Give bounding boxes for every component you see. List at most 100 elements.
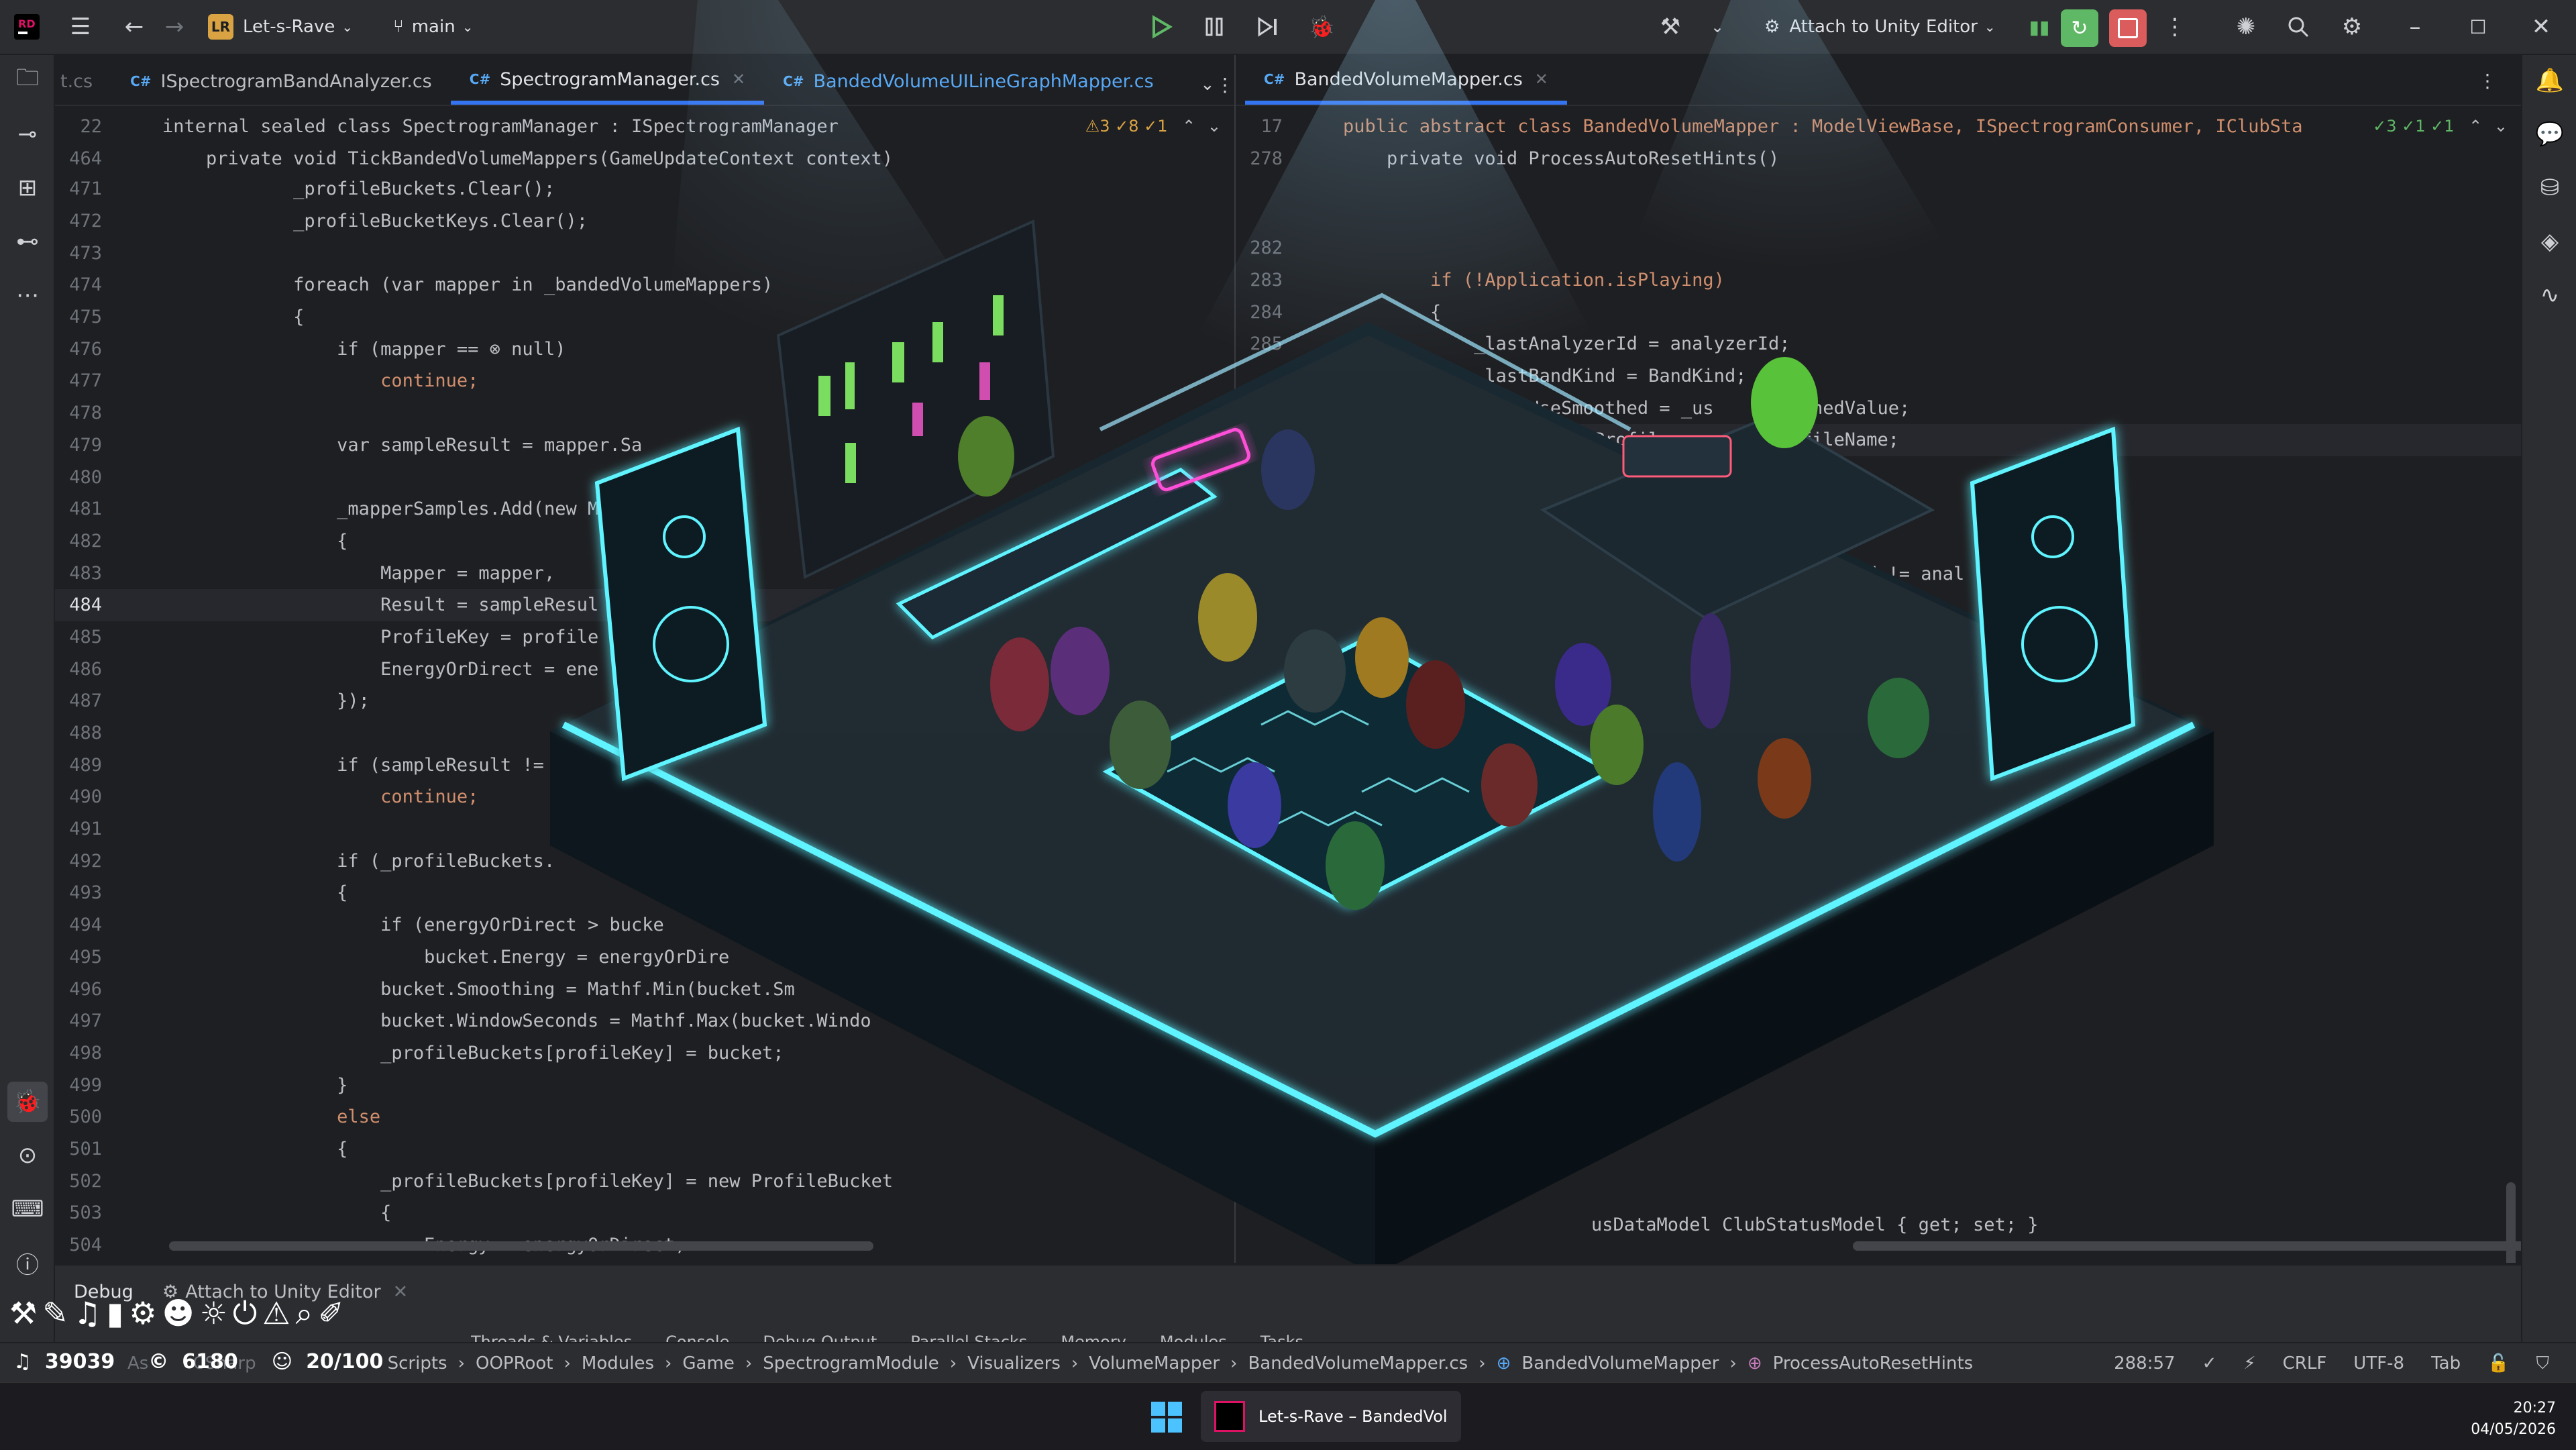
ai-icon[interactable]: ⚡	[2243, 1353, 2255, 1374]
chevron-down-icon[interactable]: ⌄	[2494, 117, 2508, 136]
code-line[interactable]: 486 EnergyOrDirect = ene	[55, 653, 1234, 685]
tab-partial-file[interactable]: t.cs	[55, 58, 111, 105]
inspection-widget[interactable]: ✓3 ✓1 ✓1 ⌃ ⌄	[2366, 117, 2508, 136]
structure-icon[interactable]: ⊞	[7, 168, 48, 208]
close-icon[interactable]: ✕	[2521, 7, 2561, 47]
code-line[interactable]: 487 });	[55, 685, 1234, 717]
code-line-current[interactable]: 484 Result = sampleResul	[55, 588, 1234, 621]
code-line[interactable]: _lastBandKind = BandKind;	[1236, 360, 2521, 393]
breadcrumb-item[interactable]: SpectrogramModule	[763, 1353, 939, 1374]
run-config-selector[interactable]: ⚙ Attach to Unity Editor ⌄	[1764, 17, 1996, 37]
code-line[interactable]: 282	[1236, 232, 2521, 264]
code-line[interactable]: 482 {	[55, 525, 1234, 558]
breadcrumb-item[interactable]: Visualizers	[967, 1353, 1061, 1374]
code-line[interactable]: 489 if (sampleResult !=	[55, 749, 1234, 781]
code-line[interactable]: 480	[55, 461, 1234, 493]
tab-spectrogram-manager[interactable]: C# SpectrogramManager.cs ✕	[450, 58, 765, 105]
services-icon[interactable]: ⊙	[7, 1135, 48, 1176]
tabs-dropdown-icon[interactable]: ⌄	[1199, 64, 1216, 105]
horizontal-scrollbar[interactable]	[1853, 1241, 2521, 1251]
code-line[interactable]: 496 bucket.Smoothing = Mathf.Min(bucket.…	[55, 973, 1234, 1005]
code-line[interactable]: 500 else	[55, 1101, 1234, 1133]
shield-icon[interactable]: ⛉	[2536, 1353, 2549, 1374]
pull-requests-icon[interactable]: ⊷	[7, 221, 48, 262]
code-line[interactable]: 284 {	[1236, 296, 2521, 328]
sticky-line-class[interactable]: 22 internal sealed class SpectrogramManag…	[55, 110, 1234, 142]
code-line[interactable]: 474 foreach (var mapper in _bandedVolume…	[55, 269, 1234, 301]
notifications-bell-icon[interactable]: 🔔	[2530, 60, 2570, 101]
problems-icon[interactable]: ⓘ	[7, 1243, 48, 1283]
tab-banded-volume-ui-line-graph-mapper[interactable]: C# BandedVolumeUILineGraphMapper.cs	[764, 58, 1173, 105]
code-line-current[interactable]: _lastSharedProfile = rofileName;	[1236, 424, 2521, 456]
step-over-icon[interactable]	[1248, 7, 1288, 47]
database-icon[interactable]: ⛁	[2530, 168, 2570, 208]
code-line[interactable]: 488	[55, 717, 1234, 749]
code-line[interactable]: 490 continue;	[55, 781, 1234, 813]
windows-start-icon[interactable]	[1151, 1402, 1182, 1433]
breadcrumb-item[interactable]: BandedVolumeMapper.cs	[1248, 1353, 1468, 1374]
code-line[interactable]: 501 {	[55, 1133, 1234, 1166]
lock-icon[interactable]: 🔓	[2487, 1353, 2509, 1374]
power-icon[interactable]: ⏻	[233, 1295, 257, 1333]
sticky-line-method[interactable]: 464 private void TickBandedVolumeMappers…	[55, 142, 1234, 174]
code-line[interactable]: 479 var sampleResult = mapper.Sa	[55, 429, 1234, 462]
vertical-scrollbar[interactable]	[2506, 1182, 2516, 1263]
chevron-up-icon[interactable]: ⌃	[1182, 117, 1195, 136]
code-line[interactable]: _lastUseSmoothed = _us thedValue;	[1236, 392, 2521, 424]
debug-bug-icon[interactable]: 🐞	[1301, 7, 1342, 47]
breadcrumb-item[interactable]: VolumeMapper	[1089, 1353, 1220, 1374]
code-line[interactable]: 498 _profileBuckets[profileKey] = bucket…	[55, 1037, 1234, 1070]
code-line[interactable]: 495 bucket.Energy = energyOrDire	[55, 941, 1234, 974]
tab-more-icon[interactable]: ⋮	[1216, 64, 1234, 105]
code-line[interactable]: 493 {	[55, 877, 1234, 909]
ai-chat-icon[interactable]: 💬	[2530, 114, 2570, 154]
breadcrumb-item[interactable]: OOPRoot	[476, 1353, 553, 1374]
people-icon[interactable]: ☻	[162, 1295, 195, 1333]
code-line[interactable]: 285 _lastAnalyzerId = analyzerId;	[1236, 328, 2521, 360]
code-line[interactable]: 497 bucket.WindowSeconds = Mathf.Max(buc…	[55, 1005, 1234, 1037]
taskbar-app-rider[interactable]: Let-s-Rave – BandedVol	[1201, 1391, 1461, 1442]
inspection-widget[interactable]: ⚠3 ✓8 ✓1 ⌃ ⌄	[1085, 117, 1221, 136]
settings-gear-icon[interactable]: ⚙	[2332, 7, 2372, 47]
project-folder-icon[interactable]: 🗀	[7, 60, 48, 101]
main-menu-icon[interactable]: ☰	[60, 7, 101, 47]
more-options-icon[interactable]: ⋮	[2155, 7, 2195, 47]
breadcrumb-item[interactable]: Game	[682, 1353, 734, 1374]
code-lines-right[interactable]: 282 283 if (!Application.isPlaying) 284 …	[1236, 232, 2521, 456]
code-line[interactable]: 472 _profileBucketKeys.Clear();	[55, 205, 1234, 238]
tab-spectrogram-band-analyzer[interactable]: C# ISpectrogramBandAnalyzer.cs	[111, 58, 451, 105]
unity-icon[interactable]: ◈	[2530, 221, 2570, 262]
code-line[interactable]: 491	[55, 813, 1234, 845]
chevron-down-icon[interactable]: ⌄	[1208, 117, 1221, 136]
chevron-down-icon[interactable]: ⌄	[1697, 7, 1737, 47]
resume-icon[interactable]: ▮▮	[2019, 7, 2059, 47]
code-line[interactable]: 476 if (mapper == ⊗ null)	[55, 333, 1234, 365]
code-line[interactable]: 471 _profileBuckets.Clear();	[55, 173, 1234, 205]
terminal-icon[interactable]: ⌨	[7, 1189, 48, 1229]
code-lines-left[interactable]: 471 _profileBuckets.Clear(); 472 _profil…	[55, 173, 1234, 1261]
breadcrumb-item[interactable]: BandedVolumeMapper	[1521, 1353, 1719, 1374]
code-line[interactable]: 485 ProfileKey = profile	[55, 621, 1234, 654]
zoom-icon[interactable]: ⌕	[295, 1295, 313, 1333]
paint-icon[interactable]: ✐	[318, 1295, 344, 1333]
ai-assistant-icon[interactable]: ✺	[2226, 7, 2266, 47]
close-tab-icon[interactable]: ✕	[732, 70, 745, 89]
code-line[interactable]: 494 if (energyOrDirect > bucke	[55, 909, 1234, 941]
check-circle-icon[interactable]: ✓	[2202, 1353, 2217, 1374]
brush-icon[interactable]: ✎	[42, 1295, 68, 1333]
caret-position[interactable]: 288:57	[2114, 1353, 2175, 1374]
warning-icon[interactable]: ⚠	[262, 1295, 290, 1333]
back-arrow-icon[interactable]: ←	[114, 7, 154, 47]
branch-selector[interactable]: ⑂ main ⌄	[393, 17, 473, 37]
code-line[interactable]: 477 continue;	[55, 365, 1234, 397]
code-line[interactable]: 483 Mapper = mapper,	[55, 557, 1234, 589]
bar-chart-icon[interactable]: ▮	[107, 1295, 123, 1333]
minimize-icon[interactable]: –	[2395, 7, 2435, 47]
pause-icon[interactable]	[1194, 7, 1234, 47]
code-line[interactable]: 283 if (!Application.isPlaying)	[1236, 264, 2521, 297]
code-line[interactable]: 481 _mapperSamples.Add(new M	[55, 493, 1234, 525]
debug-active-button[interactable]: ↻	[2061, 9, 2098, 47]
maximize-icon[interactable]: ☐	[2458, 7, 2498, 47]
sun-icon[interactable]: ☼	[200, 1295, 227, 1333]
debug-tool-icon[interactable]: 🐞	[7, 1082, 48, 1122]
